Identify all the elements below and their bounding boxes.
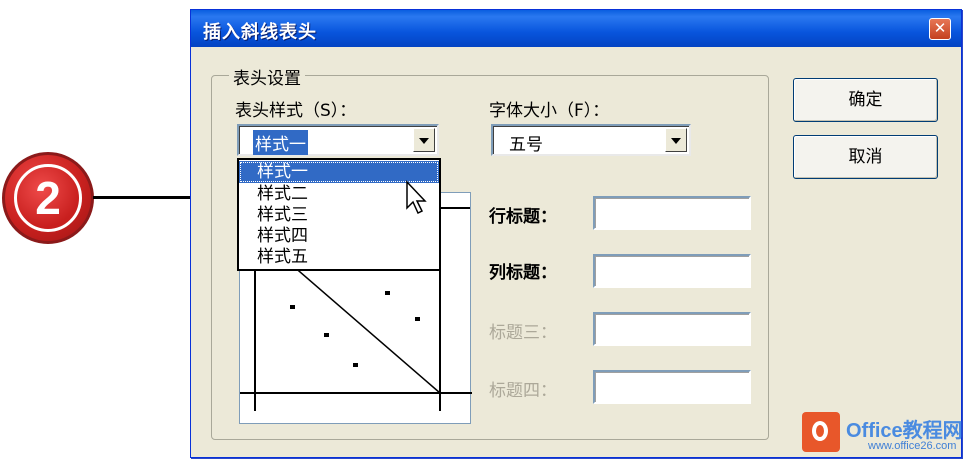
close-icon[interactable]: ✕ — [929, 18, 951, 40]
dialog-titlebar[interactable]: 插入斜线表头 ✕ — [191, 10, 961, 47]
step-callout: 2 — [2, 152, 94, 244]
group-label: 表头设置 — [229, 64, 305, 89]
title-four-input — [593, 370, 751, 404]
step-number: 2 — [35, 172, 61, 224]
chevron-down-icon[interactable] — [413, 128, 435, 152]
column-title-input[interactable] — [593, 254, 751, 288]
step-callout-ring: 2 — [14, 164, 82, 232]
dialog-title: 插入斜线表头 — [203, 22, 317, 43]
list-item[interactable]: 样式五 — [239, 246, 439, 268]
header-style-label: 表头样式（S）： — [235, 101, 357, 121]
header-style-select[interactable]: 样式一 — [237, 124, 439, 156]
mouse-pointer-icon — [406, 180, 427, 215]
office-logo-icon — [802, 412, 840, 452]
list-item[interactable]: 样式四 — [239, 225, 439, 247]
title-four-label: 标题四： — [489, 381, 557, 401]
font-size-value: 五号 — [509, 135, 543, 155]
watermark-brand: Office教程网 — [846, 420, 963, 442]
insert-diagonal-header-dialog: 插入斜线表头 ✕ 表头设置 表头样式（S）： 样式一 字体大小（F）： 五号 样… — [190, 9, 962, 458]
title-three-input — [593, 312, 751, 346]
watermark: Office教程网 www.office26.com — [802, 410, 966, 458]
row-title-input[interactable] — [593, 196, 751, 230]
title-three-label: 标题三： — [489, 323, 557, 343]
cancel-button[interactable]: 取消 — [793, 135, 938, 179]
ok-button[interactable]: 确定 — [793, 78, 938, 122]
row-title-label: 行标题： — [489, 207, 557, 227]
font-size-select[interactable]: 五号 — [491, 124, 691, 156]
watermark-url: www.office26.com — [868, 440, 957, 452]
column-title-label: 列标题： — [489, 263, 557, 283]
chevron-down-icon[interactable] — [665, 128, 687, 152]
font-size-label: 字体大小（F）： — [489, 101, 610, 121]
header-style-value: 样式一 — [253, 130, 308, 155]
